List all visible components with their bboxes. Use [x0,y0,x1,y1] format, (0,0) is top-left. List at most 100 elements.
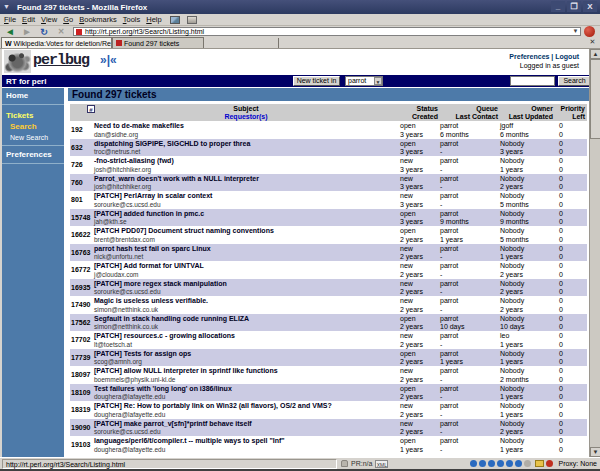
ticket-id[interactable]: 18319 [70,402,94,419]
ticket-subject[interactable]: -fno-strict-aliasing (fwd) [94,157,174,164]
ticket-id[interactable]: 17739 [70,350,94,367]
ticket-row[interactable]: 16772 [PATCH] Add format for UINTVAL j@c… [70,261,587,279]
ticket-subject[interactable]: [PATCH] PerlArray in scalar context [94,192,212,199]
extension-dot-icon[interactable] [488,460,495,467]
ticket-id[interactable]: 18097 [70,367,94,384]
ticket-id[interactable]: 726 [70,157,94,174]
header-subject[interactable]: Subject [94,105,400,113]
ticket-subject[interactable]: Segfault in stack handling code running … [94,315,249,322]
ticket-id[interactable]: 192 [70,122,94,139]
sidebar-item-tickets[interactable]: Tickets [2,105,64,121]
window-titlebar[interactable]: ▼ Found 297 tickets - Mozilla Firefox _ … [0,0,600,14]
extension-dot-icon[interactable] [497,460,504,467]
scroll-up-icon[interactable]: ▲ [590,49,600,59]
search-button[interactable]: Search [558,76,589,86]
ticket-subject[interactable]: [PATCH PDD07] Document struct naming con… [94,227,274,234]
ticket-row[interactable]: 19090 [PATCH] make parrot_v[sfn]*printf … [70,419,587,437]
ticket-subject[interactable]: [PATCH] make parrot_v[sfn]*printf behave… [94,420,252,427]
ticket-row[interactable]: 760 Parrot_warn doesn't work with a NULL… [70,174,587,192]
ticket-row[interactable]: 726 -fno-strict-aliasing (fwd) josh@hitc… [70,156,587,174]
ticket-row[interactable]: 16622 [PATCH PDD07] Document struct nami… [70,226,587,244]
extension-icon[interactable] [187,16,197,24]
ticket-subject[interactable]: [PATCH] resources.c - growing allocation… [94,332,235,339]
ticket-id[interactable]: 801 [70,192,94,209]
menu-edit[interactable]: Edit [22,15,35,24]
forward-button[interactable]: ► [20,27,34,37]
menu-tools[interactable]: Tools [123,15,141,24]
preferences-logout-links[interactable]: Preferences | Logout [509,53,579,60]
menu-file[interactable]: File [4,15,16,24]
ticket-id[interactable]: 15748 [70,210,94,227]
ticket-id[interactable]: 18109 [70,385,94,402]
ticket-row[interactable]: 18319 [PATCH] Re: How to portably link o… [70,401,587,419]
ticket-id[interactable]: 17702 [70,332,94,349]
sidebar-item-preferences[interactable]: Preferences [2,146,64,163]
menu-go[interactable]: Go [63,15,73,24]
ticket-id[interactable]: 16772 [70,262,94,279]
ticket-id[interactable]: 632 [70,140,94,157]
ticket-row[interactable]: 801 [PATCH] PerlArray in scalar context … [70,191,587,209]
menu-view[interactable]: View [41,15,57,24]
ticket-subject[interactable]: parrot hash test fail on sparc Linux [94,245,211,252]
ticket-row[interactable]: 16935 [PATCH] more regex stack manipulat… [70,279,587,297]
header-last-contact[interactable]: Last Contact [440,113,500,120]
ticket-id[interactable]: 19103 [70,437,94,454]
ticket-subject[interactable]: [PATCH] Tests for assign ops [94,350,191,357]
ticket-row[interactable]: 17562 Segfault in stack handling code ru… [70,314,587,332]
minimize-button[interactable]: _ [551,1,565,12]
ticket-row[interactable]: 15748 [PATCH] added function in pmc.c ja… [70,209,587,227]
ticket-subject[interactable]: Test failures with 'long long' on i386/l… [94,385,232,392]
header-priority[interactable]: Priority [555,105,587,113]
header-queue[interactable]: Queue [440,105,500,113]
sidebar-item-search[interactable]: Search [2,121,64,132]
header-created[interactable]: Created [400,113,440,120]
ticket-id[interactable]: 19090 [70,420,94,437]
sidebar-item-new-search[interactable]: New Search [2,132,64,145]
ticket-subject[interactable]: [PATCH] Add format for UINTVAL [94,262,204,269]
header-left[interactable]: Left [555,113,587,120]
header-last-updated[interactable]: Last Updated [500,113,555,120]
ticket-id[interactable]: 16763 [70,245,94,262]
ticket-row[interactable]: 17739 [PATCH] Tests for assign ops scog@… [70,349,587,367]
header-status[interactable]: Status [400,105,440,113]
ticket-subject[interactable]: [PATCH] more regex stack manipulation [94,280,227,287]
perlbug-logo-text[interactable]: perlbug [33,52,89,69]
ticket-id[interactable]: 16622 [70,227,94,244]
url-dropdown-icon[interactable]: ▼ [571,28,580,35]
scroll-down-icon[interactable]: ▼ [590,447,600,457]
extension-red-icon[interactable] [546,460,553,467]
ticket-subject[interactable]: Magic is useless unless verifiable. [94,297,208,304]
ticket-subject[interactable]: languages/perl6/t/compiler.t -- multiple… [94,437,285,444]
reload-button[interactable]: ↻ [37,27,51,37]
new-ticket-button[interactable]: New ticket in [293,76,340,86]
extension-dot-icon[interactable] [470,460,477,467]
folder-icon[interactable] [535,460,544,467]
url-bar[interactable]: http://rt.perl.org/rt3/Search/Listing.ht… [73,27,581,36]
extension-dot-icon[interactable] [479,460,486,467]
extension-dot-icon[interactable] [506,460,513,467]
ticket-id[interactable]: 17562 [70,315,94,332]
ticket-row[interactable]: 17702 [PATCH] resources.c - growing allo… [70,331,587,349]
extension-dot-icon[interactable] [524,460,531,467]
sidebar-item-home[interactable]: Home [2,88,64,104]
ticket-subject[interactable]: dispatching SIGPIPE, SIGCHLD to proper t… [94,140,250,147]
header-owner[interactable]: Owner [500,105,555,113]
menu-bookmarks[interactable]: Bookmarks [79,15,117,24]
stop-button[interactable]: ✕ [54,27,68,37]
quick-search-input[interactable] [510,76,555,86]
tab-found-tickets[interactable]: Found 297 tickets [112,37,204,48]
queue-select[interactable]: parrot▼ [345,76,383,86]
tab-close-button[interactable]: ✕ [588,38,597,46]
ticket-subject[interactable]: [PATCH] Re: How to portably link on Win3… [94,402,332,409]
ticket-row[interactable]: 17490 Magic is useless unless verifiable… [70,296,587,314]
tab-wikipedia[interactable]: W Wikipedia:Votes for deletion/Req... [1,37,112,48]
ticket-subject[interactable]: Need to de-make makefiles [94,122,184,129]
extension-dot-icon[interactable] [515,460,522,467]
header-requestors[interactable]: Requestor(s) [94,113,400,120]
close-button[interactable]: X [583,1,597,12]
ticket-row[interactable]: 16763 parrot hash test fail on sparc Lin… [70,244,587,262]
vertical-scrollbar[interactable]: ▲ ▼ [589,49,600,457]
ticket-row[interactable]: 19103 languages/perl6/t/compiler.t -- mu… [70,436,587,454]
ticket-subject[interactable]: Parrot_warn doesn't work with a NULL int… [94,175,259,182]
extension-icon[interactable] [170,16,180,24]
